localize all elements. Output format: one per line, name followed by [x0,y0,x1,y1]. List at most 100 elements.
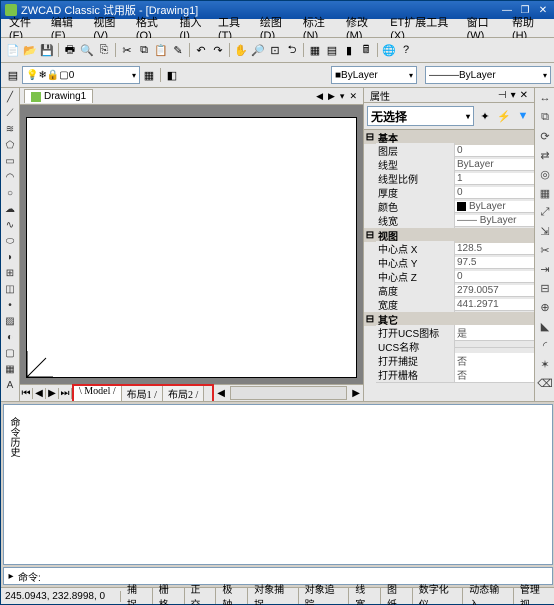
collapse-icon[interactable]: ⊟ [364,314,376,325]
offset-icon[interactable]: ◎ [537,166,553,182]
copy-icon[interactable]: ⧉ [136,42,152,58]
polygon-icon[interactable]: ⬠ [3,138,17,152]
revcloud-icon[interactable]: ☁ [3,202,17,216]
pan-icon[interactable]: ✋ [233,42,249,58]
drawing-area[interactable] [20,105,363,384]
undo-icon[interactable]: ↶ [193,42,209,58]
fillet-icon[interactable]: ◜ [537,337,553,353]
save-icon[interactable]: 💾 [39,42,55,58]
earth-icon[interactable]: 🌐 [381,42,397,58]
collapse-icon[interactable]: ⊟ [364,230,376,241]
selection-combo[interactable]: 无选择▾ [367,106,474,126]
match-icon[interactable]: ✎ [170,42,186,58]
quick-select-icon[interactable]: ⚡ [496,108,512,124]
insert-icon[interactable]: ⊞ [3,266,17,280]
layout-tab[interactable]: \ Model / [74,386,122,401]
cut-icon[interactable]: ✂ [119,42,135,58]
table-icon[interactable]: ▦ [3,362,17,376]
prop-value[interactable]: 1 [455,173,534,185]
status-toggle[interactable]: 正交 [185,588,217,604]
open-icon[interactable]: 📂 [22,42,38,58]
array-icon[interactable]: ▦ [537,185,553,201]
status-toggle[interactable]: 线宽 [349,588,381,604]
layout-scroll-icon[interactable]: ◀ [214,388,228,399]
join-icon[interactable]: ⊕ [537,299,553,315]
erase-icon[interactable]: ⌫ [537,375,553,391]
command-history[interactable]: 命令历史 [3,404,553,565]
linetype-combo[interactable]: ——— ByLayer▾ [425,66,551,84]
layout-first-icon[interactable]: ⏮ [20,388,33,399]
move-icon[interactable]: ↔ [537,90,553,106]
layer-combo[interactable]: 💡❄🔒▢ 0▾ [22,66,140,84]
tool-palette-icon[interactable]: ▮ [341,42,357,58]
rect-icon[interactable]: ▭ [3,154,17,168]
publish-icon[interactable]: ⎘ [96,42,112,58]
print-icon[interactable]: 🖶 [62,42,78,58]
status-toggle[interactable]: 数字化仪 [413,588,464,604]
doc-tab-drawing1[interactable]: Drawing1 [24,89,93,103]
help-icon[interactable]: ? [398,42,414,58]
redo-icon[interactable]: ↷ [210,42,226,58]
xline-icon[interactable]: ⟋ [3,106,17,120]
prop-value[interactable]: 0 [455,187,534,199]
calc-icon[interactable]: 🖩 [358,42,374,58]
filter-icon[interactable]: ▼ [515,108,531,124]
toggle-pick-icon[interactable]: ✦ [477,108,493,124]
prop-value[interactable]: 0 [455,145,534,157]
circle-icon[interactable]: ○ [3,186,17,200]
copy2-icon[interactable]: ⧉ [537,109,553,125]
color-swatch-icon[interactable]: ◧ [164,67,180,83]
tab-prev-icon[interactable]: ◀ [314,91,325,102]
color-combo[interactable]: ■ ByLayer▾ [331,66,417,84]
ellipse-icon[interactable]: ⬭ [3,234,17,248]
extend-icon[interactable]: ⇥ [537,261,553,277]
prop-value[interactable]: 97.5 [455,257,534,269]
layer-props-icon[interactable]: ▤ [5,67,21,83]
line-icon[interactable]: ╱ [3,90,17,104]
prop-value[interactable]: 279.0057 [455,285,534,297]
props-menu-icon[interactable]: ▾ [509,90,518,101]
status-toggle[interactable]: 管理视 [514,588,554,604]
collapse-icon[interactable]: ⊟ [364,132,376,143]
zoom-prev-icon[interactable]: ⮌ [284,42,300,58]
prop-value[interactable] [455,347,534,348]
chamfer-icon[interactable]: ◣ [537,318,553,334]
text-icon[interactable]: A [3,378,17,392]
tab-next-icon[interactable]: ▶ [326,91,337,102]
design-center-icon[interactable]: ▤ [324,42,340,58]
prop-value[interactable]: 否 [455,367,534,383]
layer-tool-icon[interactable]: ▦ [141,67,157,83]
ellipse-arc-icon[interactable]: ◗ [3,250,17,264]
layout-last-icon[interactable]: ⏭ [59,388,72,399]
layout-tab[interactable]: 布局1 / [122,386,163,401]
rotate-icon[interactable]: ⟳ [537,128,553,144]
new-icon[interactable]: 📄 [5,42,21,58]
pline-icon[interactable]: ≋ [3,122,17,136]
spline-icon[interactable]: ∿ [3,218,17,232]
status-toggle[interactable]: 栅格 [153,588,185,604]
paste-icon[interactable]: 📋 [153,42,169,58]
preview-icon[interactable]: 🔍 [79,42,95,58]
mirror-icon[interactable]: ⇄ [537,147,553,163]
tab-close-icon[interactable]: ✕ [347,91,359,102]
break-icon[interactable]: ⊟ [537,280,553,296]
arc-icon[interactable]: ◠ [3,170,17,184]
status-toggle[interactable]: 极轴 [216,588,248,604]
point-icon[interactable]: • [3,298,17,312]
status-toggle[interactable]: 动态输入 [463,588,514,604]
props-pin-icon[interactable]: ⊣ [496,90,509,101]
prop-value[interactable]: —— ByLayer [455,215,534,227]
prop-value[interactable]: ByLayer [455,159,534,171]
status-toggle[interactable]: 对象追踪 [299,588,350,604]
block-icon[interactable]: ◫ [3,282,17,296]
layout-prev-icon[interactable]: ◀ [33,388,46,399]
hatch-icon[interactable]: ▨ [3,314,17,328]
tab-list-icon[interactable]: ▾ [338,91,347,102]
zoom-icon[interactable]: 🔎 [250,42,266,58]
region-icon[interactable]: ▢ [3,346,17,360]
status-toggle[interactable]: 对象捕捉 [248,588,299,604]
props-close-icon[interactable]: ✕ [518,90,530,101]
layout-tab[interactable]: 布局2 / [163,386,204,401]
stretch-icon[interactable]: ⇲ [537,223,553,239]
status-toggle[interactable]: 图纸 [381,588,413,604]
